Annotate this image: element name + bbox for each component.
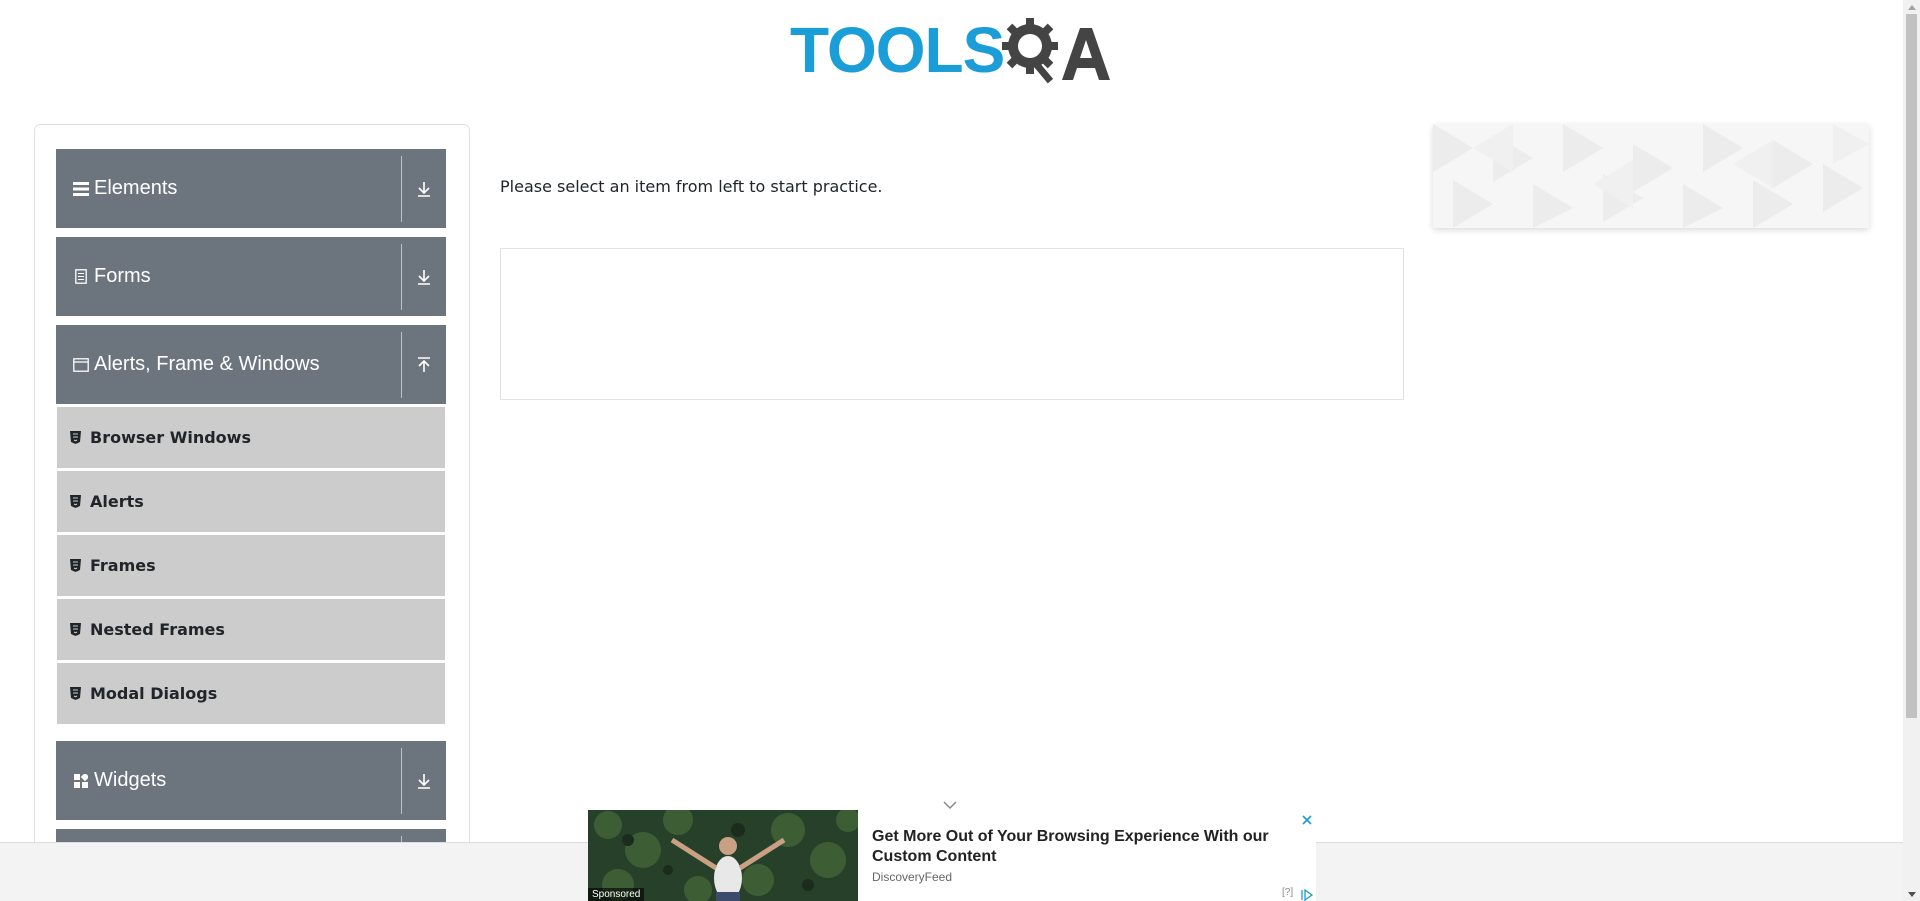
sidebar-item-label: Nested Frames [90, 620, 225, 639]
download-arrow-icon[interactable] [402, 181, 446, 197]
sponsored-badge: Sponsored [588, 888, 645, 901]
sidebar-item-label: Modal Dialogs [90, 684, 218, 703]
sidebar-item-modal-dialogs[interactable]: Modal Dialogs [57, 663, 445, 724]
widgets-icon [72, 773, 90, 788]
content-frame [500, 248, 1404, 400]
html5-icon [70, 495, 84, 508]
download-arrow-icon[interactable] [402, 773, 446, 789]
group-widgets[interactable]: Widgets [56, 741, 446, 820]
page: TOOLS QA Elements [0, 0, 1920, 901]
gear-magnifier-icon [1002, 18, 1058, 84]
ad-image[interactable]: Sponsored [588, 810, 858, 901]
group-label: Alerts, Frame & Windows [94, 353, 320, 375]
html5-icon [70, 559, 84, 572]
sidebar-item-nested-frames[interactable]: Nested Frames [57, 599, 445, 660]
chevron-down-icon[interactable] [942, 795, 958, 810]
scroll-thumb[interactable] [1906, 14, 1917, 718]
logo-letter-a [1062, 28, 1110, 80]
sidebar-item-label: Frames [90, 556, 156, 575]
group-label: Widgets [94, 769, 167, 791]
logo-wordmark: TOOLS [790, 18, 1005, 82]
group-label: Forms [94, 265, 151, 287]
adchoices-icon[interactable] [1300, 886, 1314, 901]
upload-arrow-icon[interactable] [402, 356, 446, 373]
window-icon [72, 357, 90, 372]
instruction-text: Please select an item from left to start… [500, 177, 883, 196]
sidebar-item-frames[interactable]: Frames [57, 535, 445, 596]
scroll-up-arrow-icon[interactable] [1903, 0, 1920, 14]
sidebar-item-browser-windows[interactable]: Browser Windows [57, 407, 445, 468]
scroll-down-arrow-icon[interactable] [1903, 887, 1920, 901]
group-elements[interactable]: Elements [56, 149, 446, 228]
page-scrollbar[interactable] [1903, 0, 1920, 901]
sidebar-item-alerts[interactable]: Alerts [57, 471, 445, 532]
ad-title[interactable]: Get More Out of Your Browsing Experience… [872, 827, 1282, 867]
html5-icon [70, 687, 84, 700]
toolsqa-logo[interactable]: TOOLS QA [790, 14, 1115, 90]
group-label: Elements [94, 177, 178, 199]
ad-help-link[interactable]: [?] [1282, 887, 1293, 898]
close-icon[interactable] [1300, 812, 1314, 826]
document-icon [72, 269, 90, 284]
group-forms[interactable]: Forms [56, 237, 446, 316]
group-alerts-frame-windows[interactable]: Alerts, Frame & Windows [56, 325, 446, 404]
sidebar-item-label: Browser Windows [90, 428, 251, 447]
ad-source: DiscoveryFeed [872, 870, 953, 884]
triangle-pattern [1433, 124, 1869, 228]
hamburger-icon [72, 181, 90, 196]
html5-icon [70, 431, 84, 444]
download-arrow-icon[interactable] [402, 269, 446, 285]
bottom-ad-card[interactable]: Sponsored Get More Out of Your Browsing … [588, 810, 1316, 901]
logo-text-tools: TOOLS [790, 14, 1005, 86]
right-ad-banner[interactable] [1433, 124, 1869, 228]
sidebar-item-label: Alerts [90, 492, 144, 511]
html5-icon [70, 623, 84, 636]
